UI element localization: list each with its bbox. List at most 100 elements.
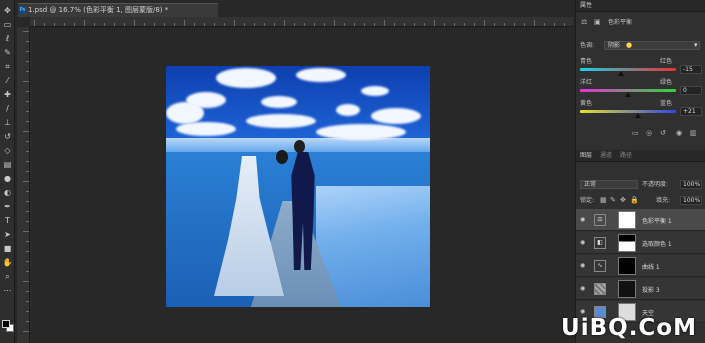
ruler-tick	[94, 23, 95, 26]
cyan-red-value[interactable]: -15	[680, 65, 702, 74]
lock-image-icon[interactable]: ✎	[610, 196, 616, 204]
layer-row[interactable]: ◉ 投影 3	[576, 278, 705, 300]
type-tool-icon[interactable]: T	[2, 216, 13, 225]
groom-head	[294, 140, 305, 153]
stamp-tool-icon[interactable]: ⊥	[2, 118, 13, 127]
ruler-tick	[564, 23, 565, 26]
ruler-tick	[26, 111, 29, 112]
lock-transparent-icon[interactable]: ▦	[600, 196, 607, 204]
tone-value: 阴影	[608, 42, 621, 49]
curves-layer-icon: ∿	[594, 260, 606, 272]
eraser-tool-icon[interactable]: ◇	[2, 146, 13, 155]
more-tools-icon[interactable]: ⋯	[2, 286, 13, 295]
properties-tab[interactable]: 属性	[580, 1, 592, 11]
ruler-tick	[34, 20, 35, 26]
tab-paths[interactable]: 路径	[620, 151, 632, 161]
eye-icon[interactable]: ◉	[580, 239, 585, 246]
lock-all-icon[interactable]: 🔒	[630, 196, 639, 204]
ruler-tick	[334, 20, 335, 26]
layer-mask-thumbnail[interactable]	[618, 257, 636, 275]
ruler-tick	[26, 71, 29, 72]
visibility-icon[interactable]: ◉	[676, 129, 682, 137]
ruler-tick	[26, 121, 29, 122]
document-tab[interactable]: Ps 1.psd @ 16.7% (色彩平衡 1, 图层蒙版/8) *	[18, 3, 218, 17]
lasso-tool-icon[interactable]: ℓ	[2, 34, 13, 43]
ruler-tick	[26, 221, 29, 222]
ruler-tick	[26, 201, 29, 202]
layer-mask-thumbnail[interactable]	[618, 280, 636, 298]
crop-tool-icon[interactable]: ⌗	[2, 62, 13, 71]
ruler-tick	[26, 241, 29, 242]
layer-mask-thumbnail[interactable]	[618, 211, 636, 229]
shape-tool-icon[interactable]: ■	[2, 244, 13, 253]
cyan-red-slider[interactable]	[580, 68, 676, 71]
mask-icon[interactable]: ▣	[594, 18, 601, 26]
blur-tool-icon[interactable]: ●	[2, 174, 13, 183]
eye-icon[interactable]: ◉	[580, 308, 585, 315]
quick-select-tool-icon[interactable]: ✎	[2, 48, 13, 57]
move-tool-icon[interactable]: ✥	[2, 6, 13, 15]
marquee-tool-icon[interactable]: ▭	[2, 20, 13, 29]
lock-position-icon[interactable]: ✥	[620, 196, 626, 204]
blend-mode-dropdown[interactable]: 正常	[580, 180, 638, 189]
tone-dropdown[interactable]: 阴影	[604, 41, 700, 50]
ruler-tick	[454, 23, 455, 26]
vertical-ruler[interactable]	[17, 27, 30, 343]
layer-row[interactable]: ◉ ◧ 选取颜色 1	[576, 232, 705, 254]
magenta-green-slider-knob[interactable]	[625, 92, 631, 97]
history-brush-tool-icon[interactable]: ↺	[2, 132, 13, 141]
eyedropper-tool-icon[interactable]: ⁄	[2, 76, 13, 85]
ruler-tick	[26, 191, 29, 192]
view-previous-icon[interactable]: ◎	[646, 129, 652, 137]
ruler-tick	[244, 23, 245, 26]
tab-channels[interactable]: 通道	[600, 151, 612, 161]
ruler-tick	[534, 20, 535, 26]
slider-magenta-label: 洋红	[580, 79, 593, 86]
document-canvas-image[interactable]	[166, 66, 430, 307]
layer-mask-thumbnail[interactable]	[618, 234, 636, 252]
path-select-tool-icon[interactable]: ➤	[2, 230, 13, 239]
ruler-tick	[434, 20, 435, 26]
ruler-tick	[26, 301, 29, 302]
reset-icon[interactable]: ↺	[660, 129, 666, 137]
layer-row[interactable]: ◉ ⚖ 色彩平衡 1	[576, 209, 705, 231]
tab-layers[interactable]: 图层	[580, 151, 592, 161]
gradient-tool-icon[interactable]: ▤	[2, 160, 13, 169]
yellow-blue-slider-knob[interactable]	[634, 113, 641, 118]
cloud	[296, 68, 346, 82]
clip-to-layer-icon[interactable]: ▭	[632, 129, 639, 137]
dodge-tool-icon[interactable]: ◐	[2, 188, 13, 197]
cyan-red-slider-knob[interactable]	[618, 71, 625, 76]
yellow-blue-slider[interactable]	[580, 110, 676, 113]
chevron-down-icon: ▾	[694, 41, 698, 49]
ruler-tick	[26, 251, 29, 252]
ruler-tick	[224, 23, 225, 26]
yellow-blue-value[interactable]: +21	[680, 107, 702, 116]
fill-value[interactable]: 100%	[680, 196, 702, 205]
ruler-tick	[26, 91, 29, 92]
foreground-color-swatch[interactable]	[2, 320, 10, 328]
eye-icon[interactable]: ◉	[580, 262, 585, 269]
magenta-green-value[interactable]: 0	[680, 86, 702, 95]
hand-tool-icon[interactable]: ✋	[2, 258, 13, 267]
trash-icon[interactable]: ▥	[690, 129, 697, 137]
ruler-tick	[364, 23, 365, 26]
horizontal-ruler[interactable]	[30, 17, 573, 27]
ruler-tick	[374, 23, 375, 26]
layer-name: 投影 3	[642, 287, 660, 294]
eye-icon[interactable]: ◉	[580, 216, 585, 223]
fill-label: 填充:	[656, 197, 671, 204]
eye-icon[interactable]: ◉	[580, 285, 585, 292]
healing-tool-icon[interactable]: ✚	[2, 90, 13, 99]
pen-tool-icon[interactable]: ✒	[2, 202, 13, 211]
opacity-value[interactable]: 100%	[680, 180, 702, 189]
brush-tool-icon[interactable]: /	[2, 104, 13, 113]
layer-row[interactable]: ◉ ∿ 曲线 1	[576, 255, 705, 277]
ruler-tick	[354, 23, 355, 26]
ruler-tick	[26, 271, 29, 272]
ruler-tick	[23, 81, 29, 82]
cloud	[216, 68, 276, 88]
ruler-tick	[464, 23, 465, 26]
ruler-tick	[424, 23, 425, 26]
zoom-tool-icon[interactable]: ⌕	[2, 272, 13, 281]
